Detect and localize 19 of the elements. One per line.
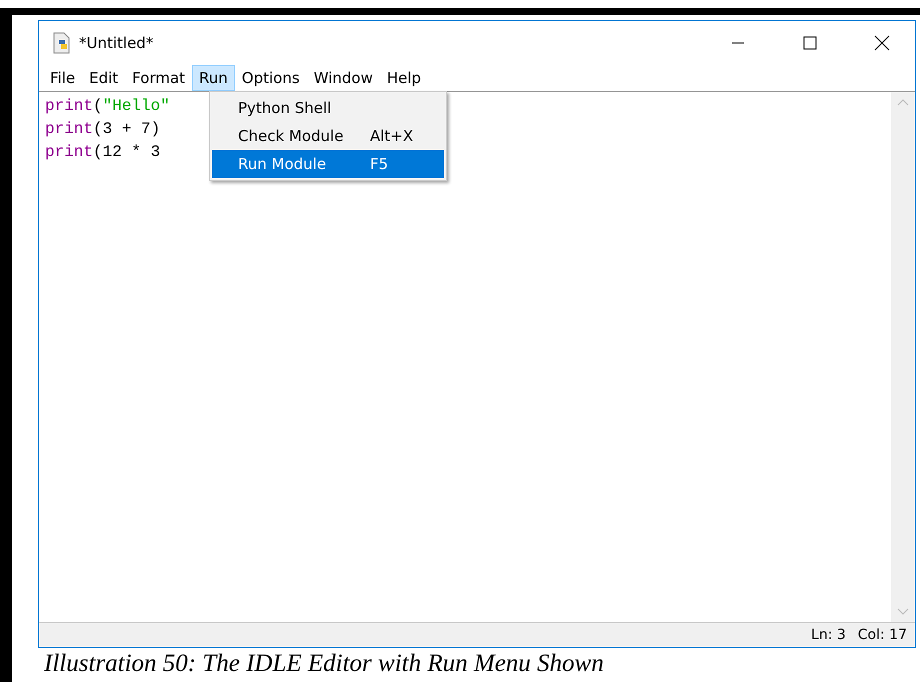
code-line: print(12 * 3 bbox=[45, 142, 160, 163]
window-title: *Untitled* bbox=[79, 34, 154, 52]
code-line: print(3 + 7) bbox=[45, 119, 160, 140]
menu-item[interactable]: Format bbox=[125, 65, 192, 91]
menu-item[interactable]: Edit bbox=[82, 65, 126, 91]
menu-item[interactable]: Options bbox=[234, 65, 307, 91]
menu-item[interactable]: File bbox=[43, 65, 82, 91]
figure-caption: Illustration 50: The IDLE Editor with Run Menu Shown bbox=[43, 649, 605, 678]
column-indicator: Col: 17 bbox=[858, 627, 907, 643]
close-icon[interactable] bbox=[874, 35, 890, 51]
code-line: print("Hello" bbox=[45, 96, 170, 117]
menu-item[interactable]: Help bbox=[380, 65, 428, 91]
menu-option[interactable]: Run Module F5 bbox=[212, 150, 444, 178]
menu-option[interactable]: Check Module Alt+X bbox=[212, 122, 444, 150]
menu-item[interactable]: Run bbox=[192, 65, 235, 91]
line-indicator: Ln: 3 bbox=[811, 627, 846, 643]
maximize-icon[interactable] bbox=[803, 36, 817, 50]
menu-item[interactable]: Window bbox=[306, 65, 380, 91]
menu-option[interactable]: Python Shell bbox=[212, 94, 444, 122]
